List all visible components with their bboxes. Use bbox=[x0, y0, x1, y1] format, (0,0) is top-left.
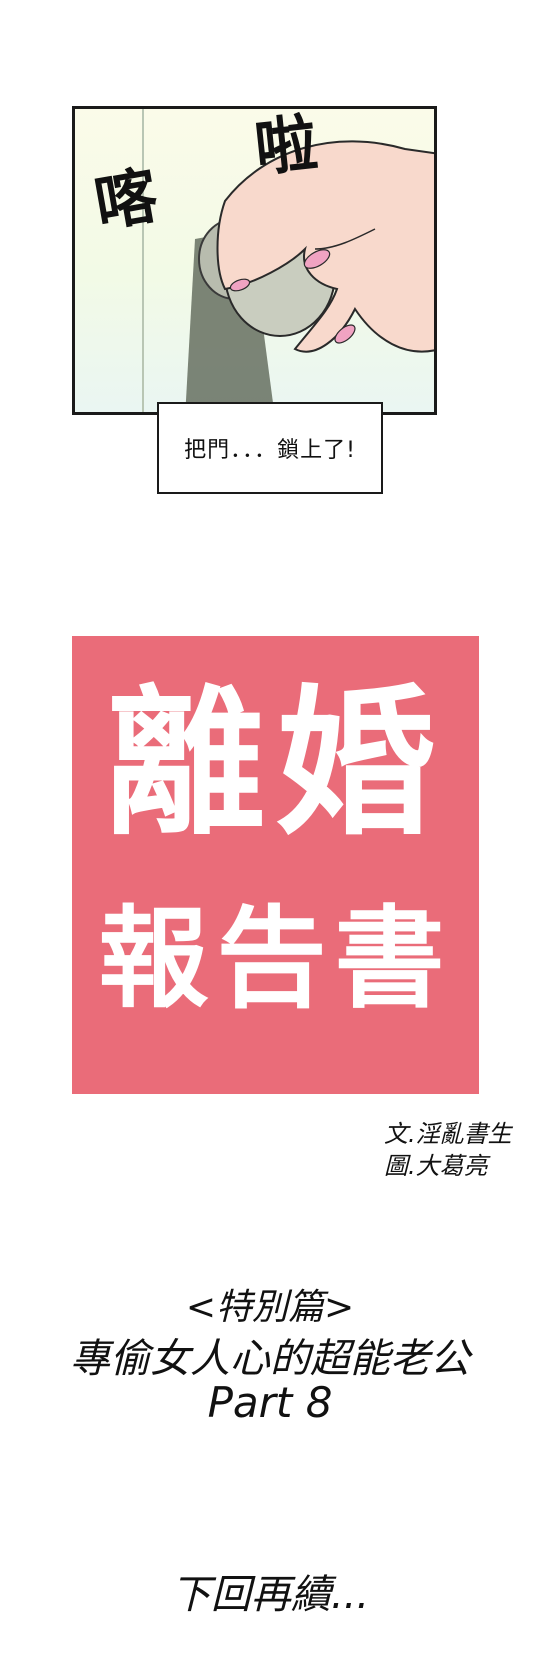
sound-effect-right: 啦 bbox=[251, 106, 321, 186]
chapter-tag: <特別篇> bbox=[185, 1287, 355, 1328]
series-title-line2: 報告書 bbox=[98, 895, 453, 1023]
to-be-continued: 下回再續... bbox=[170, 1572, 370, 1618]
writer-credit: 文.淫亂書生 bbox=[384, 1120, 512, 1148]
comic-panel: 喀 啦 bbox=[72, 106, 437, 415]
chapter-title: 專偷女人心的超能老公 bbox=[70, 1336, 470, 1382]
title-card: 離婚 報告書 bbox=[72, 636, 479, 1094]
sound-effect-left: 喀 bbox=[89, 158, 163, 241]
chapter-part: Part 8 bbox=[207, 1378, 333, 1427]
series-title-line1: 離婚 bbox=[105, 670, 446, 857]
artist-credit: 圖.大葛亮 bbox=[384, 1152, 488, 1181]
speech-caption: 把門．．．鎖上了! bbox=[157, 402, 383, 494]
credits: 文.淫亂書生 圖.大葛亮 bbox=[384, 1118, 512, 1183]
